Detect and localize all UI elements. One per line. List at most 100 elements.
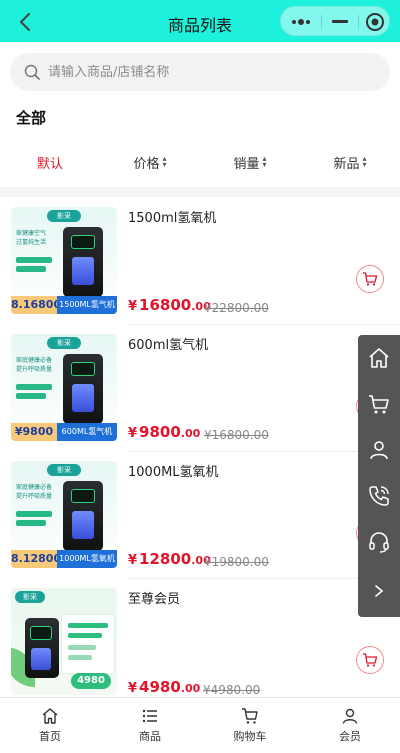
chevron-right-icon — [375, 585, 384, 597]
sort-new-label: 新品 — [333, 156, 360, 172]
cart-icon — [242, 708, 258, 724]
add-to-cart-button[interactable] — [356, 265, 384, 293]
tab-products-label: 商品 — [139, 730, 161, 743]
target-circle-icon — [366, 13, 384, 31]
product-name: 600ml氢气机 — [128, 338, 209, 353]
close-miniapp-button[interactable] — [357, 7, 393, 37]
float-collapse-button[interactable] — [358, 565, 400, 617]
image-model-tag: 1500ML氢气机 — [57, 296, 117, 314]
sort-default[interactable]: 默认 — [0, 142, 100, 182]
customer-service-icon — [369, 532, 389, 553]
sort-default-label: 默认 — [36, 156, 63, 172]
cart-icon — [363, 272, 378, 286]
product-name: 1500ml氢氧机 — [128, 211, 217, 226]
image-price-tag: ¥9800 — [11, 423, 57, 441]
original-price: ¥4980.00 — [203, 683, 261, 697]
sort-sales[interactable]: 销量 ▴ ▾ — [200, 142, 300, 182]
sort-price[interactable]: 价格 ▴ ▾ — [100, 142, 200, 182]
sort-arrows-icon: ▴ ▾ — [162, 154, 167, 169]
image-slogan: 家庭健康必备 提升呼吸质量 — [16, 484, 53, 500]
phone-icon — [369, 486, 389, 506]
product-image: 影采 家庭健康必备 提升呼吸质量 8.12800 1000ML氢氧机 — [11, 461, 117, 568]
tab-member[interactable]: 会员 — [300, 698, 400, 753]
hydrogen-machine-illustration — [63, 354, 103, 424]
hydrogen-machine-illustration — [63, 227, 103, 297]
image-tag — [16, 266, 46, 272]
sort-bar: 默认 价格 ▴ ▾ 销量 ▴ ▾ 新品 ▴ ▾ — [0, 142, 400, 182]
more-button[interactable] — [283, 7, 319, 37]
tab-home[interactable]: 首页 — [0, 698, 100, 753]
miniapp-capsule — [280, 6, 390, 36]
brand-logo: 影采 — [47, 337, 81, 349]
sort-sales-label: 销量 — [233, 156, 260, 172]
image-model-tag: 1000ML氢氧机 — [57, 550, 117, 568]
search-filter-area: 全部 默认 价格 ▴▾ 销量 ▴▾ 新品 ▴▾ — [0, 42, 400, 187]
float-home-button[interactable] — [358, 335, 400, 381]
sort-arrows-icon: ▴ ▾ — [362, 154, 367, 169]
product-image: 影采 家健康空气 过氢纯生活 8.16800 1500ML氢气机 — [11, 207, 117, 314]
original-price: ¥16800.00 — [204, 428, 269, 442]
tab-cart[interactable]: 购物车 — [200, 698, 300, 753]
image-tag — [16, 511, 52, 517]
sort-new[interactable]: 新品 ▴ ▾ — [300, 142, 400, 182]
sort-price-label: 价格 — [133, 156, 160, 172]
add-to-cart-button[interactable] — [356, 646, 384, 674]
product-list: 影采 家健康空气 过氢纯生活 8.16800 1500ML氢气机 1500ml氢氧… — [0, 197, 400, 697]
image-price-tag: 8.16800 — [11, 296, 61, 314]
more-dots-icon — [292, 19, 310, 25]
search-input[interactable] — [48, 64, 348, 80]
float-user-button[interactable] — [358, 427, 400, 473]
hydrogen-machine-illustration — [25, 618, 59, 678]
image-tag — [16, 393, 46, 399]
image-price-tag: 8.12800 — [11, 550, 61, 568]
float-phone-button[interactable] — [358, 473, 400, 519]
floating-side-menu — [358, 335, 400, 617]
image-price-tag: 4980 — [71, 673, 111, 689]
product-item[interactable]: 影采 家庭健康必备 提升呼吸质量 ¥9800 600ML氢气机 600ml氢气机 … — [0, 324, 400, 452]
original-price: ¥22800.00 — [204, 301, 269, 315]
brand-logo: 影采 — [15, 591, 45, 603]
tab-home-label: 首页 — [39, 730, 61, 743]
product-price: ¥12800.00 — [128, 550, 211, 568]
home-icon — [369, 348, 389, 368]
cart-icon — [363, 653, 378, 667]
product-item[interactable]: 影采 家庭健康必备 提升呼吸质量 8.12800 1000ML氢氧机 1000ML… — [0, 451, 400, 579]
product-price: ¥4980.00 — [128, 678, 201, 696]
tab-products[interactable]: 商品 — [100, 698, 200, 753]
product-image: 影采 家庭健康必备 提升呼吸质量 ¥9800 600ML氢气机 — [11, 334, 117, 441]
product-name: 至尊会员 — [128, 592, 181, 607]
hydrogen-machine-illustration — [63, 481, 103, 551]
float-service-button[interactable] — [358, 519, 400, 565]
minus-icon — [332, 20, 348, 23]
image-tag — [16, 384, 52, 390]
image-slogan: 家庭健康必备 提升呼吸质量 — [16, 357, 53, 373]
product-price: ¥9800.00 — [128, 423, 201, 441]
product-name: 1000ML氢氧机 — [128, 465, 219, 480]
product-price: ¥16800.00 — [128, 296, 211, 314]
float-cart-button[interactable] — [358, 381, 400, 427]
brand-logo: 影采 — [47, 210, 81, 222]
bottom-tab-bar: 首页 商品 购物车 会员 — [0, 697, 400, 753]
image-model-tag: 600ML氢气机 — [57, 423, 117, 441]
nav-bar: 商品列表 — [0, 0, 400, 42]
original-price: ¥19800.00 — [204, 555, 269, 569]
image-slogan: 家健康空气 过氢纯生活 — [16, 230, 47, 246]
home-icon — [42, 708, 58, 724]
search-box[interactable] — [10, 53, 390, 91]
minimize-button[interactable] — [322, 7, 358, 37]
list-icon — [142, 709, 157, 723]
brand-logo: 影采 — [47, 464, 81, 476]
image-tag — [16, 520, 46, 526]
tab-cart-label: 购物车 — [233, 730, 267, 743]
search-icon — [24, 64, 40, 80]
product-item[interactable]: 影采 家健康空气 过氢纯生活 8.16800 1500ML氢气机 1500ml氢氧… — [0, 197, 400, 325]
member-banner — [61, 614, 115, 674]
product-item[interactable]: 影采 4980 至尊会员 ¥4980.00 ¥4980.00 — [0, 578, 400, 697]
product-image: 影采 4980 — [11, 588, 117, 695]
cart-icon — [369, 395, 389, 414]
sort-arrows-icon: ▴ ▾ — [262, 154, 267, 169]
category-all[interactable]: 全部 — [16, 107, 46, 128]
user-icon — [342, 708, 358, 724]
image-tag — [16, 257, 52, 263]
user-icon — [370, 441, 388, 460]
